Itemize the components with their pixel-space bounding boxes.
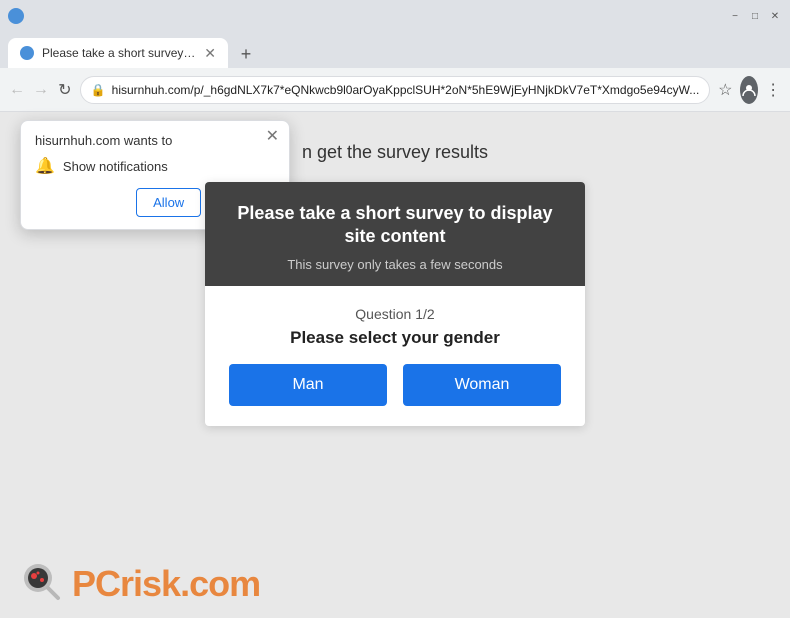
tab-bar: Please take a short survey to disp... ✕ … xyxy=(0,32,790,68)
new-tab-button[interactable]: + xyxy=(232,40,260,68)
pcrisk-logo-icon xyxy=(20,560,68,608)
popup-notification-row: 🔔 Show notifications xyxy=(35,156,275,176)
close-window-button[interactable]: ✕ xyxy=(768,9,782,23)
back-button[interactable]: ← xyxy=(8,76,26,104)
address-bar: ← → ↻ 🔒 hisurnhuh.com/p/_h6gdNLX7k7*eQNk… xyxy=(0,68,790,112)
survey-subtitle: This survey only takes a few seconds xyxy=(229,257,561,272)
popup-notification-text: Show notifications xyxy=(63,159,168,174)
risk-part: risk.com xyxy=(120,563,260,604)
popup-title: hisurnhuh.com wants to xyxy=(35,133,275,148)
survey-buttons: Man Woman xyxy=(229,364,561,406)
pc-part: PC xyxy=(72,563,120,604)
minimize-button[interactable]: − xyxy=(728,9,742,23)
man-button[interactable]: Man xyxy=(229,364,387,406)
bookmark-star-button[interactable]: ☆ xyxy=(716,76,734,104)
url-box[interactable]: 🔒 hisurnhuh.com/p/_h6gdNLX7k7*eQNkwcb9l0… xyxy=(80,76,711,104)
survey-body: Question 1/2 Please select your gender M… xyxy=(205,286,585,426)
survey-header: Please take a short survey to display si… xyxy=(205,182,585,286)
tab-close-button[interactable]: ✕ xyxy=(204,46,216,60)
pcrisk-watermark: PCrisk.com xyxy=(20,560,260,608)
maximize-button[interactable]: □ xyxy=(748,9,762,23)
url-text: hisurnhuh.com/p/_h6gdNLX7k7*eQNkwcb9l0ar… xyxy=(112,83,700,97)
forward-button[interactable]: → xyxy=(32,76,50,104)
window-controls: − □ ✕ xyxy=(728,9,782,23)
pcrisk-text: PCrisk.com xyxy=(72,563,260,605)
profile-button[interactable] xyxy=(740,76,758,104)
tab-title: Please take a short survey to disp... xyxy=(42,46,196,60)
survey-card: Please take a short survey to display si… xyxy=(205,182,585,426)
tab-favicon xyxy=(20,46,34,60)
woman-button[interactable]: Woman xyxy=(403,364,561,406)
title-bar: − □ ✕ xyxy=(0,0,790,32)
page-content: n get the survey results ✕ hisurnhuh.com… xyxy=(0,112,790,618)
bell-icon: 🔔 xyxy=(35,156,55,176)
browser-favicon xyxy=(8,8,24,24)
bg-hint-text: n get the survey results xyxy=(302,142,488,163)
browser-tab[interactable]: Please take a short survey to disp... ✕ xyxy=(8,38,228,68)
survey-title: Please take a short survey to display si… xyxy=(229,202,561,249)
popup-close-button[interactable]: ✕ xyxy=(266,129,279,145)
lock-icon: 🔒 xyxy=(91,83,106,97)
chrome-menu-button[interactable]: ⋮ xyxy=(764,76,782,104)
refresh-button[interactable]: ↻ xyxy=(56,76,74,104)
allow-button[interactable]: Allow xyxy=(136,188,201,217)
question-number: Question 1/2 xyxy=(229,306,561,322)
question-text: Please select your gender xyxy=(229,328,561,348)
